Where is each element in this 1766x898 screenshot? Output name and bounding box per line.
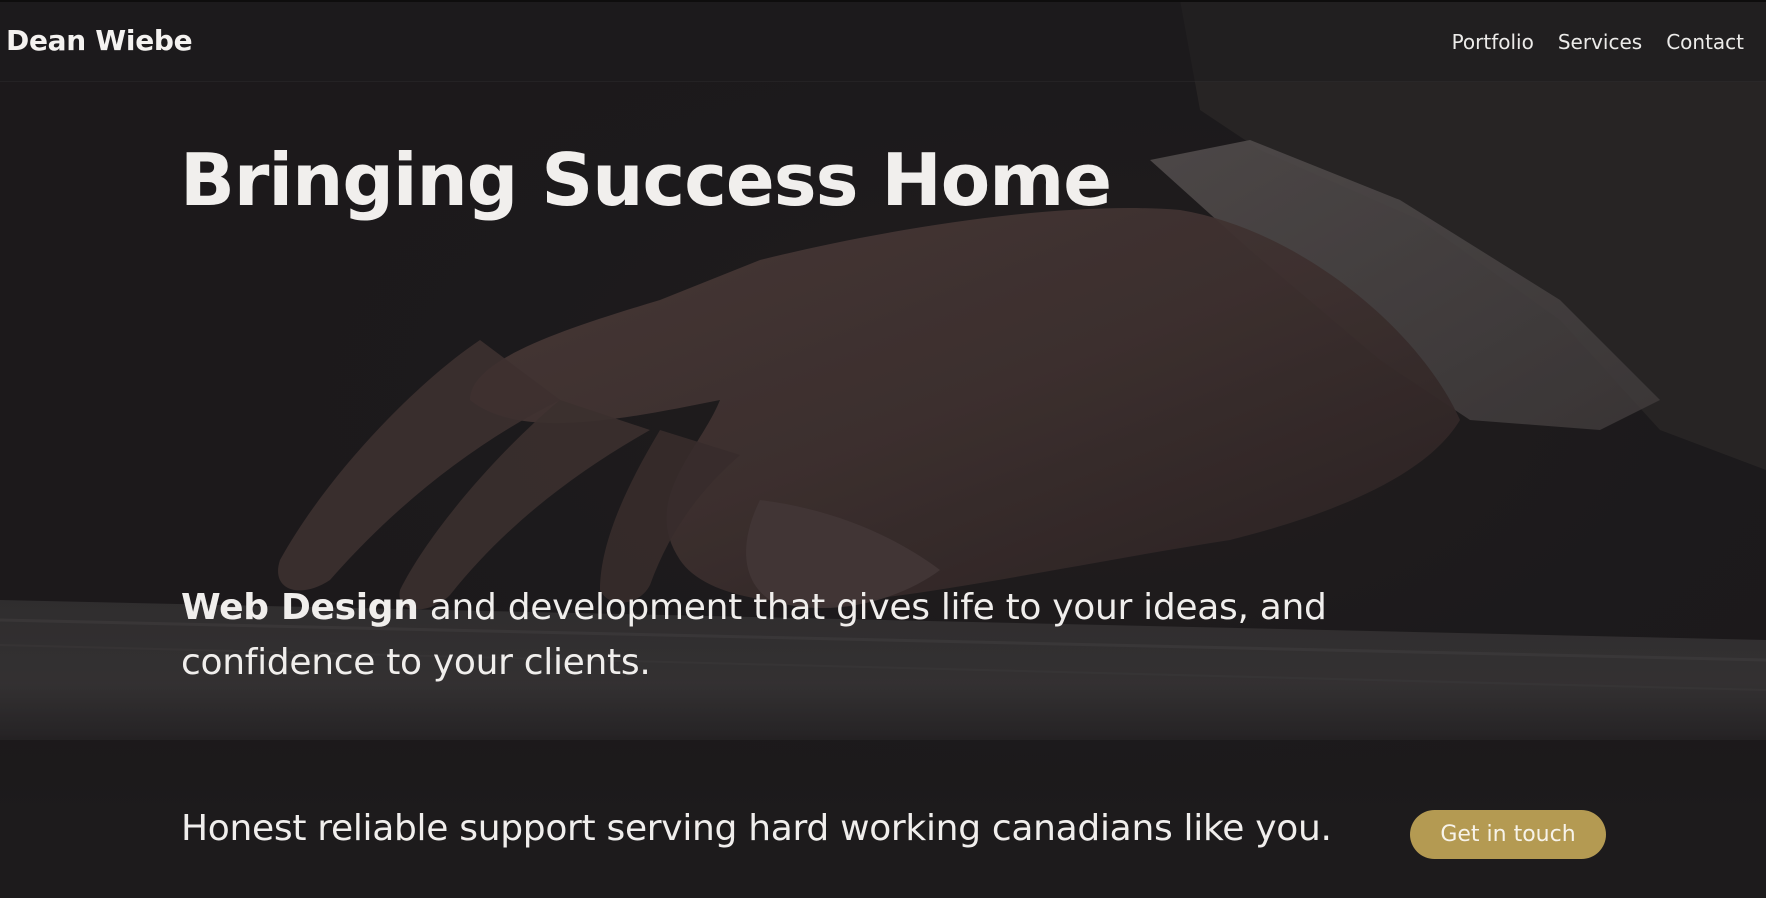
support-text: Honest reliable support serving hard wor… — [181, 808, 1332, 849]
brand-logo-link[interactable]: Dean Wiebe — [6, 24, 193, 57]
page: Dean Wiebe Portfolio Services Contact Br… — [0, 0, 1766, 898]
hero-tagline: Web Design and development that gives li… — [181, 580, 1441, 690]
main-nav: Portfolio Services Contact — [1452, 30, 1744, 54]
hero-title: Bringing Success Home — [180, 138, 1112, 222]
tagline-emphasis: Web Design — [181, 587, 419, 628]
nav-link-portfolio[interactable]: Portfolio — [1452, 30, 1534, 54]
nav-link-contact[interactable]: Contact — [1666, 30, 1744, 54]
nav-link-services[interactable]: Services — [1558, 30, 1642, 54]
top-navigation-bar: Dean Wiebe Portfolio Services Contact — [0, 0, 1766, 82]
get-in-touch-button[interactable]: Get in touch — [1410, 810, 1606, 859]
